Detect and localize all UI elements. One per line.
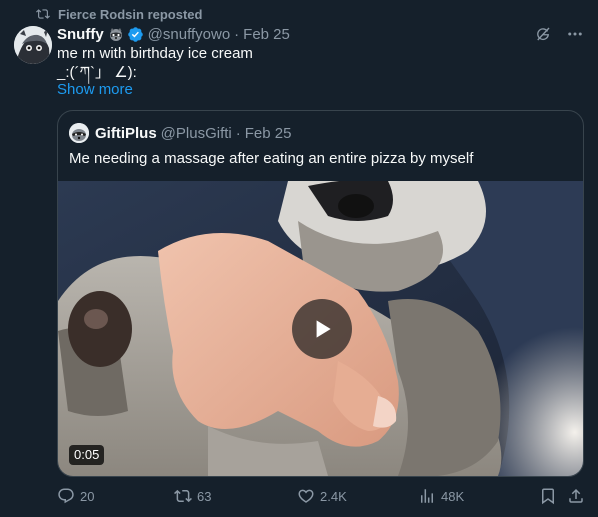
like-button[interactable]: 2.4K <box>297 486 347 506</box>
video-duration: 0:05 <box>69 445 105 465</box>
views-icon <box>421 489 433 503</box>
tweet-date[interactable]: Feb 25 <box>243 26 290 43</box>
share-icon <box>569 488 583 503</box>
bookmark-icon <box>542 488 554 505</box>
tweet-header: Snuffy @snuffyowo · Feb 25 <box>57 24 584 44</box>
tweet-text-line-2: _:(´ཀ`」 ∠): <box>57 64 137 81</box>
quoted-display-name[interactable]: GiftiPlus <box>95 125 157 142</box>
reply-count: 20 <box>80 488 95 504</box>
separator-dot: · <box>234 25 240 43</box>
play-button[interactable] <box>292 299 352 359</box>
quoted-tweet-header: GiftiPlus @PlusGifti · Feb 25 <box>69 123 291 143</box>
play-icon <box>316 320 331 338</box>
show-more-link[interactable]: Show more <box>57 81 133 98</box>
handle[interactable]: @snuffyowo <box>148 26 231 43</box>
like-count: 2.4K <box>320 488 347 504</box>
views-button[interactable]: 48K <box>418 486 464 506</box>
quoted-date[interactable]: Feb 25 <box>245 125 292 142</box>
tweet-text-line-1: me rn with birthday ice cream <box>57 45 253 62</box>
grok-icon[interactable] <box>534 25 552 43</box>
reply-icon <box>58 488 74 504</box>
more-options-icon[interactable] <box>566 25 584 43</box>
heart-icon <box>298 489 314 503</box>
repost-indicator[interactable]: Fierce Rodsin reposted <box>36 6 202 22</box>
action-bar: 20 63 2.4K 48K <box>57 486 587 506</box>
quoted-tweet[interactable]: GiftiPlus @PlusGifti · Feb 25 Me needing… <box>57 110 584 477</box>
tweet-text: me rn with birthday ice cream _:(´ཀ`」 ∠)… <box>57 44 578 82</box>
bookmark-button[interactable] <box>539 486 557 506</box>
quoted-avatar[interactable] <box>69 123 89 143</box>
repost-button[interactable]: 63 <box>174 486 211 506</box>
repost-count: 63 <box>197 488 212 504</box>
video-player[interactable]: 0:05 <box>58 181 583 476</box>
repost-label: Fierce Rodsin reposted <box>58 6 203 22</box>
display-name[interactable]: Snuffy <box>57 26 104 43</box>
repost-icon <box>174 489 192 503</box>
share-button[interactable] <box>567 486 585 506</box>
views-count: 48K <box>441 488 465 504</box>
repost-icon <box>36 9 50 19</box>
quoted-handle[interactable]: @PlusGifti <box>161 125 232 142</box>
quoted-tweet-text: Me needing a massage after eating an ent… <box>69 150 474 167</box>
quoted-separator-dot: · <box>235 124 241 142</box>
verified-badge-icon <box>127 26 143 42</box>
raccoon-emoji-icon <box>109 28 122 41</box>
reply-button[interactable]: 20 <box>57 486 94 506</box>
avatar[interactable] <box>14 26 52 64</box>
